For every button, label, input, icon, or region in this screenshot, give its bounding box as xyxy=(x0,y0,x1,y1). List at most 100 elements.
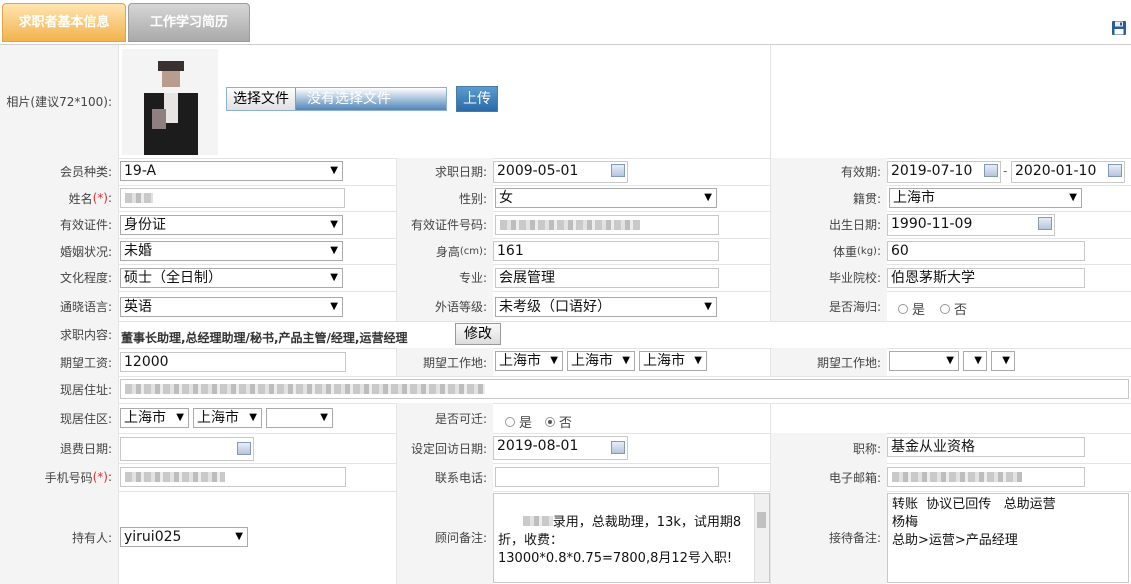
height-field[interactable]: 161 xyxy=(493,241,719,261)
chevron-down-icon: ▼ xyxy=(320,412,328,423)
calendar-icon xyxy=(1038,217,1052,230)
calendar-icon xyxy=(1108,164,1122,177)
chevron-down-icon: ▼ xyxy=(1002,355,1010,366)
chevron-down-icon: ▼ xyxy=(249,412,257,423)
member-type-label: 会员种类: xyxy=(0,158,118,185)
gender-label: 性别: xyxy=(397,185,493,211)
refund-date-field[interactable] xyxy=(120,437,254,461)
job-content-text: 董事长助理,总经理助理/秘书,产品主管/经理,运营经理 xyxy=(121,331,408,345)
name-field[interactable] xyxy=(120,188,345,208)
id-number-label: 有效证件号码: xyxy=(397,211,493,238)
salary-label: 期望工资: xyxy=(0,348,118,376)
revisit-date-field[interactable]: 2019-08-01 xyxy=(493,436,628,460)
returnee-no-radio[interactable]: 否 xyxy=(940,299,967,318)
reception-note-textarea[interactable]: 转账 协议已回传 总助运营 杨梅 总助>运营>产品经理 xyxy=(887,493,1129,583)
relocate-no-radio[interactable]: 否 xyxy=(545,412,572,431)
validity-end-field[interactable]: 2020-01-10 xyxy=(1011,161,1125,183)
row-contact: 手机号码 (*): 联系电话: 电子邮箱: xyxy=(0,463,1131,492)
chevron-down-icon: ▼ xyxy=(1069,192,1077,203)
photo-label: 相片(建议72*100): xyxy=(0,45,118,158)
email-label: 电子邮箱: xyxy=(771,463,887,491)
chevron-down-icon: ▼ xyxy=(704,301,712,312)
marital-label: 婚姻状况: xyxy=(0,238,118,264)
chevron-down-icon: ▼ xyxy=(550,355,558,366)
work-place2-province-select[interactable]: ▼ xyxy=(889,351,959,371)
work-place-province-select[interactable]: 上海市 ▼ xyxy=(495,351,563,371)
phone-label: 联系电话: xyxy=(397,463,493,491)
returnee-label: 是否海归: xyxy=(771,291,887,321)
choose-file-button[interactable]: 选择文件 xyxy=(227,88,296,110)
school-label: 毕业院校: xyxy=(771,264,887,291)
row-dates: 退费日期: 设定回访日期: 2019-08-01 职称: 基金从业资格 xyxy=(0,433,1131,464)
district-area-select[interactable]: ▼ xyxy=(266,408,333,428)
row-member-type: 会员种类: 19-A ▼ 求职日期: 2009-05-01 有效期: 2019-0… xyxy=(0,158,1131,186)
id-number-field[interactable] xyxy=(495,215,719,235)
calendar-icon xyxy=(984,164,998,177)
refund-date-label: 退费日期: xyxy=(0,433,118,463)
calendar-icon xyxy=(237,442,251,455)
native-place-select[interactable]: 上海市 ▼ xyxy=(889,188,1082,208)
row-language: 通晓语言: 英语 ▼ 外语等级: 未考级（口语好） ▼ 是否海归: 是 否 xyxy=(0,291,1131,322)
tab-work-experience[interactable]: 工作学习简历 xyxy=(128,3,250,42)
email-field[interactable] xyxy=(887,467,1085,487)
chevron-down-icon: ▼ xyxy=(330,245,338,256)
school-field[interactable]: 伯恩茅斯大学 xyxy=(887,268,1085,288)
work-place-city-select[interactable]: 上海市 ▼ xyxy=(567,351,635,371)
foreign-level-select[interactable]: 未考级（口语好） ▼ xyxy=(495,297,717,317)
district-city-select[interactable]: 上海市 ▼ xyxy=(193,408,262,428)
row-district: 现居住区: 上海市 ▼ 上海市 ▼ ▼ 是否可迁: 是 否 xyxy=(0,403,1131,434)
education-label: 文化程度: xyxy=(0,264,118,291)
chevron-down-icon: ▼ xyxy=(235,531,243,542)
gender-select[interactable]: 女 ▼ xyxy=(495,188,717,208)
id-type-label: 有效证件: xyxy=(0,211,118,238)
address-label: 现居住址: xyxy=(0,376,118,403)
salary-field[interactable]: 12000 xyxy=(120,352,346,372)
native-place-label: 籍贯: xyxy=(771,185,887,211)
consultant-note-textarea[interactable]: 录用，总裁助理，13k，试用期8折，收费： 13000*0.8*0.75=780… xyxy=(493,493,770,583)
chevron-down-icon: ▼ xyxy=(176,412,184,423)
phone-field[interactable] xyxy=(495,467,719,487)
work-place2-city-select[interactable]: ▼ xyxy=(963,351,987,371)
work-place-label: 期望工作地: xyxy=(397,348,493,376)
district-province-select[interactable]: 上海市 ▼ xyxy=(120,408,189,428)
mobile-field[interactable] xyxy=(120,467,346,487)
chevron-down-icon: ▼ xyxy=(330,165,338,176)
validity-start-field[interactable]: 2019-07-10 xyxy=(887,161,1001,183)
address-field[interactable] xyxy=(120,379,1129,399)
holder-select[interactable]: yirui025 ▼ xyxy=(120,527,248,547)
title-field[interactable]: 基金从业资格 xyxy=(887,437,1085,457)
tab-basic-info[interactable]: 求职者基本信息 xyxy=(2,3,126,42)
row-address: 现居住址: xyxy=(0,376,1131,404)
birth-date-field[interactable]: 1990-11-09 xyxy=(887,214,1055,236)
title-label: 职称: xyxy=(771,433,887,463)
id-type-select[interactable]: 身份证 ▼ xyxy=(120,215,343,235)
validity-label: 有效期: xyxy=(771,158,887,185)
member-type-select[interactable]: 19-A ▼ xyxy=(120,161,343,181)
row-notes: 持有人: yirui025 ▼ 顾问备注: 录用，总裁助理，13k，试用期8折，收… xyxy=(0,491,1131,584)
row-education: 文化程度: 硕士（全日制） ▼ 专业: 会展管理 毕业院校: 伯恩茅斯大学 xyxy=(0,264,1131,292)
district-label: 现居住区: xyxy=(0,403,118,433)
save-icon[interactable] xyxy=(1111,20,1127,36)
language-select[interactable]: 英语 ▼ xyxy=(120,297,343,317)
relocate-yes-radio[interactable]: 是 xyxy=(505,412,532,431)
major-field[interactable]: 会展管理 xyxy=(495,268,719,288)
file-picker[interactable]: 选择文件 没有选择文件 xyxy=(226,87,447,111)
returnee-yes-radio[interactable]: 是 xyxy=(898,299,925,318)
birth-date-label: 出生日期: xyxy=(771,211,887,238)
chevron-down-icon: ▼ xyxy=(622,355,630,366)
work-place-district-select[interactable]: 上海市 ▼ xyxy=(639,351,707,371)
marital-select[interactable]: 未婚 ▼ xyxy=(120,241,343,261)
note-scrollbar[interactable] xyxy=(754,494,769,582)
education-select[interactable]: 硕士（全日制） ▼ xyxy=(120,268,343,288)
weight-field[interactable]: 60 xyxy=(887,241,1085,261)
job-date-field[interactable]: 2009-05-01 xyxy=(493,161,628,183)
calendar-icon xyxy=(611,441,625,454)
work-place2-district-select[interactable]: ▼ xyxy=(991,351,1015,371)
job-date-label: 求职日期: xyxy=(397,158,493,185)
upload-button[interactable]: 上传 xyxy=(456,86,498,112)
major-label: 专业: xyxy=(397,264,493,291)
name-label: 姓名 (*): xyxy=(0,185,118,211)
modify-button[interactable]: 修改 xyxy=(455,323,501,345)
chevron-down-icon: ▼ xyxy=(330,301,338,312)
row-marital: 婚姻状况: 未婚 ▼ 身高 (cm): 161 体重 (kg): 60 xyxy=(0,238,1131,265)
